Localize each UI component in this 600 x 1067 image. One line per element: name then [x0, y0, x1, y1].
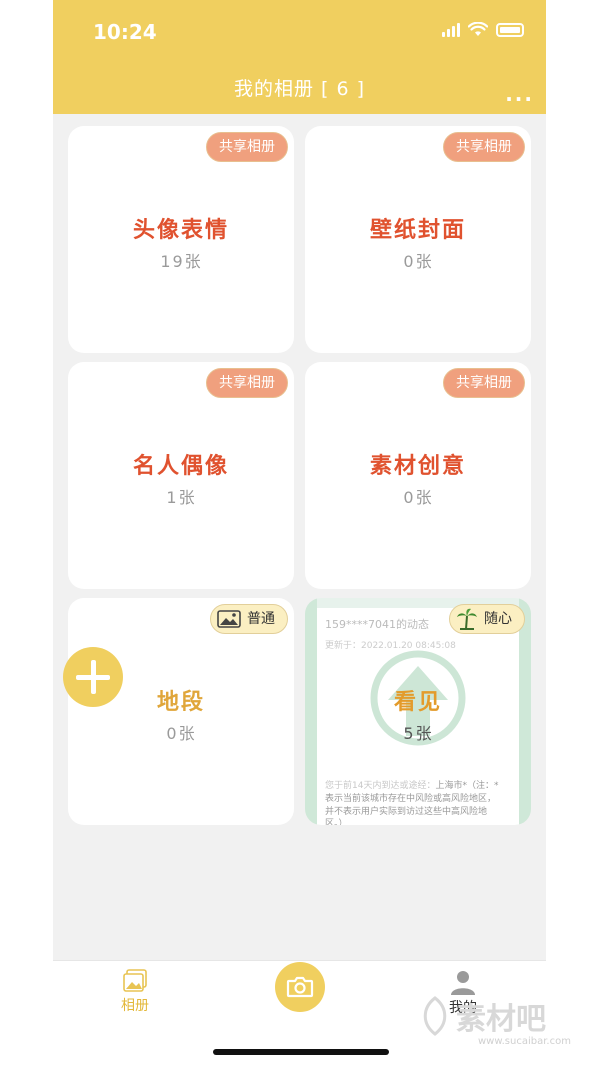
album-card[interactable]: 共享相册 壁纸封面 0张: [305, 126, 531, 353]
home-indicator: [213, 1049, 389, 1055]
tab-album[interactable]: 相册: [117, 969, 153, 1015]
watermark-logo-icon: [423, 996, 447, 1036]
album-card[interactable]: 共享相册 素材创意 0张: [305, 362, 531, 589]
cover-text: 表示当前该城市存在中风险或高风险地区，: [325, 794, 497, 804]
header: 10:24 我的相册 [ 6 ] ...: [53, 0, 546, 114]
album-count: 0张: [403, 252, 433, 271]
shared-album-badge: 共享相册: [206, 132, 288, 162]
palm-tree-icon: [457, 608, 477, 630]
cover-text: 159****7041的动态: [325, 618, 429, 631]
camera-icon: [286, 976, 314, 998]
shared-album-badge: 共享相册: [443, 132, 525, 162]
album-icon: [123, 969, 147, 992]
album-count: 1张: [166, 488, 196, 507]
watermark-url: www.sucaibar.com: [478, 1036, 571, 1047]
watermark: 素材吧: [418, 994, 546, 1038]
camera-button[interactable]: [275, 962, 325, 1012]
shared-album-badge: 共享相册: [206, 368, 288, 398]
status-time: 10:24: [93, 20, 157, 44]
phone-screen: 10:24 我的相册 [ 6 ] ... 共享相册 头像表情 19张 共享相册 …: [53, 0, 546, 1067]
album-card[interactable]: 共享相册 头像表情 19张: [68, 126, 294, 353]
album-name: 名人偶像: [132, 454, 229, 479]
shared-album-badge: 共享相册: [443, 368, 525, 398]
cover-text: 并不表示用户实际到访过这些中高风险地: [325, 807, 488, 817]
album-count: 19张: [160, 252, 202, 271]
user-icon: [451, 971, 475, 995]
image-icon: [217, 610, 241, 628]
album-card[interactable]: 普通 地段 0张: [68, 598, 294, 825]
more-menu-button[interactable]: ...: [505, 82, 534, 106]
album-count: 5张: [403, 724, 433, 743]
album-name: 头像表情: [132, 218, 229, 243]
add-album-button[interactable]: [63, 647, 123, 707]
battery-icon: [496, 22, 524, 37]
cover-text: 您于前14天内到达或途经：上海市*（注：*: [325, 781, 499, 791]
page-title: 我的相册 [ 6 ]: [233, 78, 366, 100]
album-card[interactable]: 159****7041的动态 更新于：2022.01.20 08:45:08 您…: [305, 598, 531, 825]
album-count: 0张: [166, 724, 196, 743]
album-name: 壁纸封面: [369, 218, 466, 243]
normal-album-badge: 普通: [210, 604, 288, 634]
signal-icon: [442, 22, 460, 37]
status-icons: [442, 22, 524, 37]
casual-album-badge: 随心: [449, 604, 525, 634]
tab-album-label: 相册: [121, 998, 149, 1014]
album-name: 素材创意: [369, 454, 466, 479]
cover-text: 区。）: [325, 819, 348, 825]
album-card[interactable]: 共享相册 名人偶像 1张: [68, 362, 294, 589]
album-name: 看见: [393, 690, 442, 715]
album-count: 0张: [403, 488, 433, 507]
wifi-icon: [468, 22, 488, 36]
